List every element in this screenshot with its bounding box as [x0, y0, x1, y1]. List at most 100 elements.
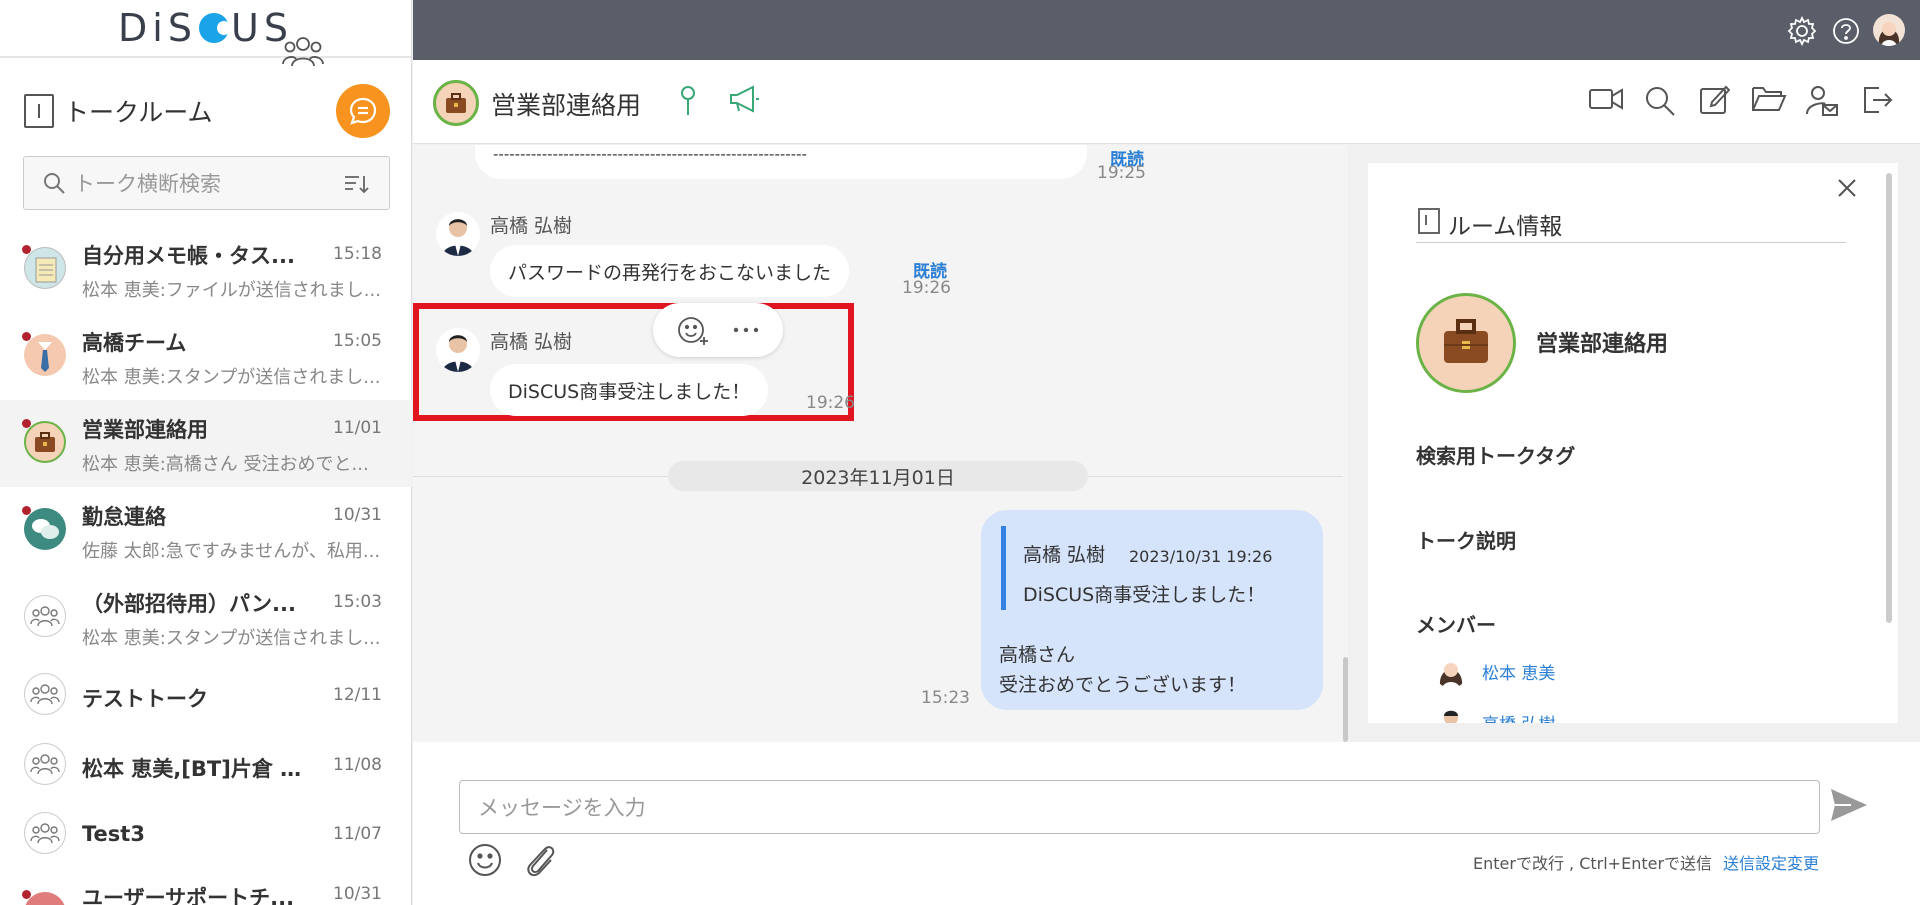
sender-name: 高橋 弘樹	[490, 215, 573, 237]
sidebar: DiS US トークルーム トーク横断検索 自分用メモ帳・タス... 15:18…	[0, 0, 412, 905]
sender-avatar[interactable]	[436, 328, 480, 372]
chat-bubbles-icon	[24, 508, 66, 550]
message-time: 19:25	[1097, 163, 1146, 183]
group-icon	[24, 595, 66, 637]
help-icon[interactable]	[1831, 16, 1861, 46]
message-time: 19:26	[902, 278, 951, 298]
room-item[interactable]: 勤怠連絡 10/31 佐藤 太郎:急ですみませんが、私用...	[0, 487, 412, 574]
members-label: メンバー	[1416, 613, 1496, 637]
gear-icon[interactable]	[1787, 16, 1817, 46]
room-item[interactable]: Test3 11/07	[0, 800, 412, 870]
message-bubble[interactable]: パスワードの再発行をおこないました	[490, 245, 850, 297]
message-action-popover	[653, 303, 783, 357]
search-icon[interactable]	[1643, 84, 1677, 118]
send-icon[interactable]	[1829, 787, 1869, 823]
chat-area: ----------------------------------------…	[413, 145, 1348, 742]
video-call-icon[interactable]	[1588, 84, 1624, 114]
room-item-selected[interactable]: 営業部連絡用 11/01 松本 恵美:高橋さん 受注おめでと...	[0, 400, 412, 487]
room-item[interactable]: 松本 恵美,[BT]片倉 隆... 11/08	[0, 731, 412, 801]
room-info-name: 営業部連絡用	[1536, 332, 1669, 357]
talk-room-title: トークルーム	[24, 93, 213, 129]
unread-dot	[22, 332, 31, 341]
message-text: DiSCUS商事受注しました！	[508, 380, 751, 403]
door-icon	[24, 94, 54, 128]
room-name: 高橋チーム	[82, 331, 187, 355]
invite-member-icon[interactable]	[1805, 84, 1839, 118]
add-reaction-icon[interactable]	[676, 313, 710, 347]
quote-bar	[1001, 526, 1006, 610]
talk-search-input[interactable]: トーク横断検索	[23, 156, 390, 210]
members-icon[interactable]	[282, 34, 324, 70]
room-time: 15:05	[333, 331, 382, 351]
quote-sender: 高橋 弘樹	[1023, 544, 1106, 566]
group-icon	[24, 673, 66, 715]
discus-logo[interactable]: DiS US	[118, 6, 293, 50]
attach-icon[interactable]	[521, 842, 557, 878]
message-time: 19:26	[806, 393, 855, 413]
room-time: 11/08	[333, 755, 382, 775]
user-avatar[interactable]	[1873, 14, 1905, 46]
sender-name: 高橋 弘樹	[490, 331, 573, 353]
group-icon	[24, 743, 66, 785]
briefcase-icon	[24, 421, 66, 463]
room-name: Test3	[82, 822, 145, 846]
sort-icon[interactable]	[343, 173, 369, 195]
note-edit-icon[interactable]	[1698, 84, 1730, 116]
sender-avatar[interactable]	[436, 212, 480, 256]
member-item[interactable]: 松本 恵美	[1434, 654, 1555, 688]
message-text: ----------------------------------------…	[493, 145, 807, 163]
outgoing-message-bubble[interactable]: 高橋 弘樹 2023/10/31 19:26 DiSCUS商事受注しました！ 高…	[981, 510, 1323, 710]
date-separator-label: 2023年11月01日	[801, 466, 955, 489]
emoji-icon[interactable]	[467, 842, 503, 878]
room-info-title: ルーム情報	[1416, 207, 1846, 243]
quote-text: DiSCUS商事受注しました！	[1023, 584, 1266, 606]
room-avatar-large	[1416, 293, 1516, 393]
quote-date: 2023/10/31 19:26	[1129, 547, 1273, 566]
message-input-area: メッセージを入力 Enterで改行 , Ctrl+Enterで送信 送信設定変更	[413, 742, 1920, 905]
info-panel-scrollbar[interactable]	[1886, 173, 1892, 623]
room-name: 勤怠連絡	[82, 505, 166, 529]
unread-dot	[22, 419, 31, 428]
room-time: 11/07	[333, 824, 382, 844]
room-time: 12/11	[333, 685, 382, 705]
notepad-icon	[24, 247, 66, 289]
room-item[interactable]: ユーザーサポートチ... 10/31	[0, 870, 412, 905]
announcement-icon[interactable]	[727, 84, 761, 114]
member-item[interactable]: 高橋 弘樹	[1434, 705, 1555, 723]
leave-room-icon[interactable]	[1861, 84, 1893, 116]
chat-scrollbar[interactable]	[1343, 657, 1348, 742]
room-time: 15:18	[333, 244, 382, 264]
necktie-icon	[24, 334, 66, 376]
unread-dot	[22, 890, 31, 899]
send-setting-link[interactable]: 送信設定変更	[1723, 850, 1819, 874]
new-talk-button[interactable]	[336, 84, 390, 138]
room-item[interactable]: テストトーク 12/11	[0, 661, 412, 731]
room-preview: 松本 恵美:スタンプが送信されまし...	[82, 367, 381, 388]
enter-hint: Enterで改行 , Ctrl+Enterで送信	[1473, 854, 1713, 873]
room-name: 営業部連絡用	[82, 418, 208, 442]
unread-dot	[22, 245, 31, 254]
outgoing-line: 受注おめでとうございます！	[999, 674, 1247, 696]
room-item[interactable]: 高橋チーム 15:05 松本 恵美:スタンプが送信されまし...	[0, 313, 412, 400]
close-icon[interactable]	[1836, 177, 1858, 199]
room-name: 自分用メモ帳・タス...	[82, 244, 295, 268]
pin-icon[interactable]	[677, 84, 699, 118]
more-options-icon[interactable]	[731, 325, 761, 335]
room-preview: 松本 恵美:高橋さん 受注おめでと...	[82, 454, 369, 475]
outgoing-line: 高橋さん	[999, 644, 1076, 666]
room-list: 自分用メモ帳・タス... 15:18 松本 恵美:ファイルが送信されまし... …	[0, 226, 412, 661]
message-bubble[interactable]: ----------------------------------------…	[475, 145, 1087, 179]
tag-label: 検索用トークタグ	[1416, 444, 1576, 468]
message-input[interactable]: メッセージを入力	[459, 780, 1820, 834]
room-avatar[interactable]	[433, 80, 479, 126]
room-time: 11/01	[333, 418, 382, 438]
folder-icon[interactable]	[1751, 84, 1787, 114]
message-input-placeholder: メッセージを入力	[478, 796, 646, 820]
date-separator: 2023年11月01日	[668, 461, 1088, 491]
room-time: 15:03	[333, 592, 382, 612]
room-item[interactable]: 自分用メモ帳・タス... 15:18 松本 恵美:ファイルが送信されまし...	[0, 226, 412, 313]
room-item[interactable]: （外部招待用）パン... 15:03 松本 恵美:スタンプが送信されまし...	[0, 574, 412, 661]
top-bar	[413, 0, 1920, 60]
message-bubble[interactable]: DiSCUS商事受注しました！	[490, 364, 769, 416]
search-icon	[44, 173, 65, 194]
